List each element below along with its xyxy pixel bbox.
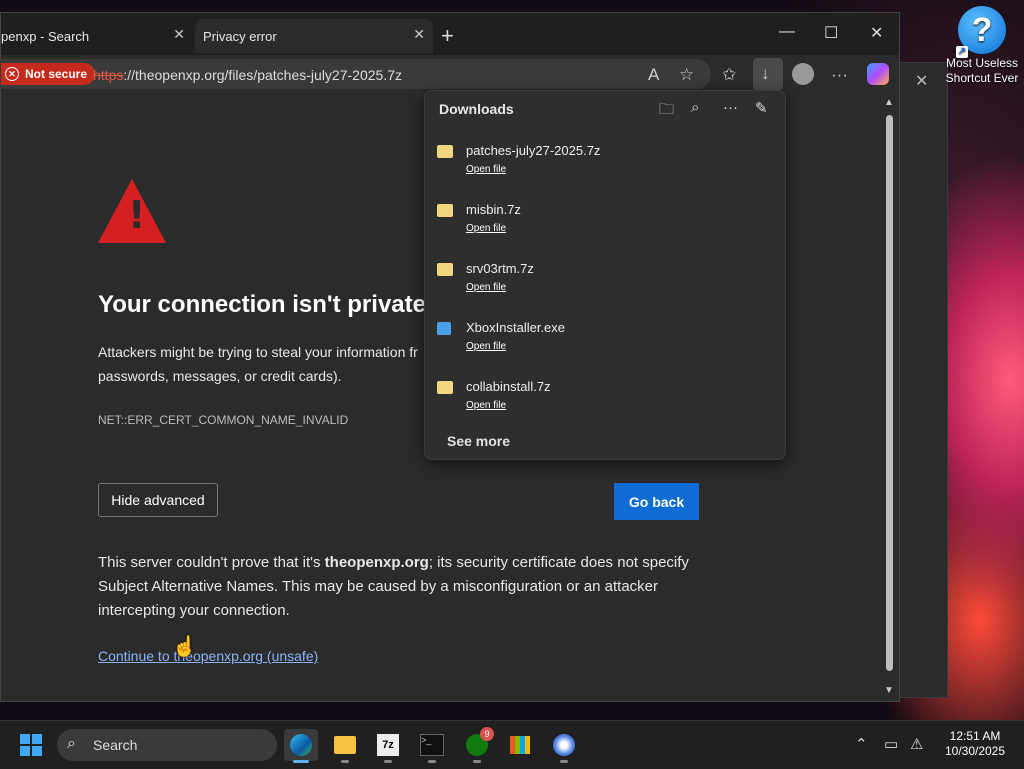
help-icon: ? ↗: [956, 6, 1006, 58]
xbox-app-icon[interactable]: 9: [460, 727, 494, 763]
search-icon: ⌕: [67, 735, 76, 752]
store-app-icon[interactable]: [503, 729, 537, 761]
tab-label: penxp - Search: [1, 28, 90, 44]
download-filename: patches-july27-2025.7z: [466, 143, 601, 158]
go-back-button[interactable]: Go back: [614, 483, 699, 520]
close-icon[interactable]: ✕: [915, 71, 928, 91]
clock-time: 12:51 AM: [949, 729, 1001, 743]
error-description-line2: passwords, messages, or credit cards).: [98, 368, 342, 384]
url-path: ://theopenxp.org/files/patches-july27-20…: [123, 67, 402, 83]
taskbar-search[interactable]: ⌕ Search: [57, 729, 277, 761]
tab-strip: penxp - Search ✕ Privacy error ✕ + — ☐ ✕: [1, 13, 899, 55]
error-description-line1: Attackers might be trying to steal your …: [98, 344, 418, 360]
start-button[interactable]: [20, 734, 42, 756]
download-filename: srv03rtm.7z: [466, 261, 534, 276]
exe-icon: [437, 322, 451, 335]
copilot-icon[interactable]: [867, 63, 889, 85]
scroll-up-icon[interactable]: ▲: [884, 97, 894, 108]
hand-cursor-icon: ☝: [172, 636, 197, 658]
close-tab-icon[interactable]: ✕: [413, 26, 425, 43]
edge-app-icon[interactable]: [284, 729, 318, 763]
more-options-icon[interactable]: ···: [723, 99, 738, 116]
close-window-icon[interactable]: ✕: [870, 23, 883, 43]
scroll-down-icon[interactable]: ▼: [884, 685, 894, 696]
taskbar: ⌕ Search 7z >_ 9 ⌃ ▭ ⚠ 12:51 AM 10/30/20…: [0, 720, 1024, 769]
download-item[interactable]: XboxInstaller.exe Open file: [437, 320, 767, 370]
downloads-button[interactable]: ↓: [753, 58, 783, 90]
clock-date: 10/30/2025: [944, 744, 1006, 758]
desktop-shortcut[interactable]: ? ↗ Most Useless Shortcut Ever: [940, 6, 1024, 86]
display-icon[interactable]: ▭: [884, 735, 898, 753]
continue-unsafe-link[interactable]: Continue to theopenxp.org (unsafe): [98, 648, 318, 664]
error-code: NET::ERR_CERT_COMMON_NAME_INVALID: [98, 413, 349, 427]
archive-icon: [437, 204, 453, 217]
scrollbar-thumb[interactable]: [886, 115, 893, 671]
network-icon[interactable]: ⚠: [910, 735, 923, 753]
tab-privacy-error[interactable]: Privacy error ✕: [195, 19, 433, 53]
profile-avatar[interactable]: [792, 63, 814, 85]
paint-app-icon[interactable]: [547, 729, 581, 763]
clock[interactable]: 12:51 AM 10/30/2025: [940, 729, 1010, 759]
hide-advanced-button[interactable]: Hide advanced: [98, 483, 218, 517]
taskbar-search-label: Search: [93, 737, 138, 753]
advanced-detail: This server couldn't prove that it's the…: [98, 551, 718, 623]
archive-icon: [437, 381, 453, 394]
warning-triangle-icon: !: [98, 179, 166, 243]
download-item[interactable]: srv03rtm.7z Open file: [437, 261, 767, 311]
download-item[interactable]: misbin.7z Open file: [437, 202, 767, 252]
7zip-app-icon[interactable]: 7z: [371, 729, 405, 763]
downloads-title: Downloads: [439, 101, 514, 117]
download-icon: ↓: [761, 64, 770, 83]
shortcut-arrow-icon: ↗: [956, 46, 968, 58]
url-scheme: https: [93, 67, 124, 83]
maximize-icon[interactable]: ☐: [824, 23, 838, 43]
open-file-link[interactable]: Open file: [466, 164, 506, 175]
read-aloud-icon[interactable]: A: [648, 65, 659, 85]
tab-label: Privacy error: [203, 28, 277, 44]
archive-icon: [437, 263, 453, 276]
download-item[interactable]: patches-july27-2025.7z Open file: [437, 143, 767, 193]
page-heading: Your connection isn't private: [98, 291, 426, 318]
see-more-button[interactable]: See more: [447, 433, 510, 449]
scrollbar[interactable]: ▲ ▼: [883, 93, 897, 701]
close-tab-icon[interactable]: ✕: [173, 26, 185, 43]
download-item[interactable]: collabinstall.7z Open file: [437, 379, 767, 429]
address-toolbar: ✕ Not secure https://theopenxp.org/files…: [0, 57, 899, 93]
open-file-link[interactable]: Open file: [466, 223, 506, 234]
open-file-link[interactable]: Open file: [466, 282, 506, 293]
chevron-up-icon[interactable]: ⌃: [855, 735, 868, 753]
notification-badge: 9: [480, 727, 494, 741]
download-filename: XboxInstaller.exe: [466, 320, 566, 335]
detail-text: This server couldn't prove that it's: [98, 554, 325, 571]
background-window: ✕: [896, 62, 948, 698]
new-tab-icon[interactable]: +: [441, 23, 454, 49]
open-folder-icon[interactable]: 🗀: [659, 99, 674, 124]
favorite-star-icon[interactable]: ☆: [679, 65, 694, 85]
downloads-panel: Downloads 🗀 ⌕ ··· ✎ patches-july27-2025.…: [424, 90, 786, 460]
more-options-icon[interactable]: ···: [831, 65, 848, 85]
terminal-app-icon[interactable]: >_: [415, 729, 449, 763]
favorites-icon[interactable]: ✩: [722, 65, 736, 85]
download-filename: misbin.7z: [466, 202, 521, 217]
file-explorer-icon[interactable]: [328, 729, 362, 763]
download-filename: collabinstall.7z: [466, 379, 551, 394]
detail-domain: theopenxp.org: [324, 554, 429, 571]
not-secure-label: Not secure: [25, 67, 88, 81]
search-icon[interactable]: ⌕: [691, 99, 699, 116]
pin-icon[interactable]: ✎: [755, 99, 768, 117]
url-text[interactable]: https://theopenxp.org/files/patches-july…: [93, 67, 402, 83]
not-secure-badge[interactable]: ✕ Not secure: [1, 63, 96, 85]
open-file-link[interactable]: Open file: [466, 341, 506, 352]
archive-icon: [437, 145, 453, 158]
warning-icon: ✕: [5, 67, 19, 81]
error-description: Attackers might be trying to steal your …: [98, 340, 428, 388]
open-file-link[interactable]: Open file: [466, 400, 506, 411]
desktop-shortcut-label: Most Useless Shortcut Ever: [945, 56, 1019, 85]
tab-search[interactable]: penxp - Search ✕: [1, 19, 193, 53]
minimize-icon[interactable]: —: [779, 23, 795, 41]
